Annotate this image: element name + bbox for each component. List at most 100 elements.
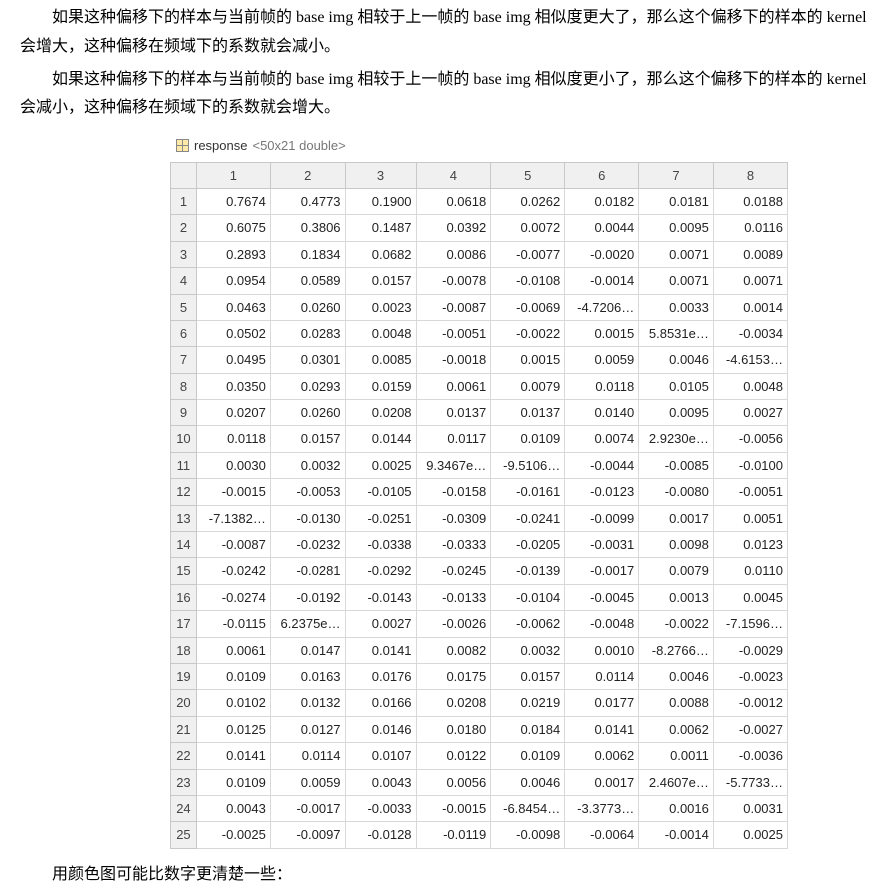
cell[interactable]: -7.1382… [196, 505, 270, 531]
cell[interactable]: 0.0061 [196, 637, 270, 663]
cell[interactable]: 0.0175 [416, 664, 491, 690]
cell[interactable]: 0.0141 [196, 743, 270, 769]
cell[interactable]: 0.0137 [491, 400, 565, 426]
cell[interactable]: 0.0495 [196, 347, 270, 373]
cell[interactable]: 0.0141 [565, 716, 639, 742]
cell[interactable]: -0.0104 [491, 584, 565, 610]
cell[interactable]: 0.1900 [345, 188, 416, 214]
cell[interactable]: -0.0036 [713, 743, 787, 769]
cell[interactable]: 0.0116 [713, 215, 787, 241]
cell[interactable]: -0.0251 [345, 505, 416, 531]
cell[interactable]: -0.0069 [491, 294, 565, 320]
cell[interactable]: 0.0123 [713, 532, 787, 558]
cell[interactable]: -0.0014 [565, 268, 639, 294]
cell[interactable]: 0.0146 [345, 716, 416, 742]
cell[interactable]: -0.0012 [713, 690, 787, 716]
cell[interactable]: 0.0032 [491, 637, 565, 663]
cell[interactable]: -0.0022 [639, 611, 714, 637]
cell[interactable]: -0.0017 [565, 558, 639, 584]
cell[interactable]: 0.0502 [196, 320, 270, 346]
cell[interactable]: 0.0184 [491, 716, 565, 742]
cell[interactable]: 0.0125 [196, 716, 270, 742]
cell[interactable]: -0.0192 [270, 584, 345, 610]
cell[interactable]: 0.0132 [270, 690, 345, 716]
cell[interactable]: 0.0010 [565, 637, 639, 663]
cell[interactable]: 0.0463 [196, 294, 270, 320]
cell[interactable]: -0.0205 [491, 532, 565, 558]
cell[interactable]: 2.9230e… [639, 426, 714, 452]
cell[interactable]: 0.0033 [639, 294, 714, 320]
cell[interactable]: 0.0046 [639, 347, 714, 373]
cell[interactable]: -0.0020 [565, 241, 639, 267]
cell[interactable]: 0.0109 [196, 664, 270, 690]
cell[interactable]: 0.0089 [713, 241, 787, 267]
cell[interactable]: 0.0015 [565, 320, 639, 346]
cell[interactable]: -0.0128 [345, 822, 416, 848]
cell[interactable]: -0.0119 [416, 822, 491, 848]
cell[interactable]: 0.0030 [196, 452, 270, 478]
cell[interactable]: -0.0034 [713, 320, 787, 346]
cell[interactable]: 0.0071 5 [713, 268, 787, 294]
cell[interactable]: -0.0232 [270, 532, 345, 558]
cell[interactable]: -6.8454… [491, 795, 565, 821]
cell[interactable]: 0.0095 [639, 400, 714, 426]
cell[interactable]: -0.0027 [713, 716, 787, 742]
cell[interactable]: 0.0176 [345, 664, 416, 690]
cell[interactable]: 5.8531e… [639, 320, 714, 346]
cell[interactable]: 0.1834 [270, 241, 345, 267]
cell[interactable]: -0.0044 [565, 452, 639, 478]
cell[interactable]: -0.0087 [416, 294, 491, 320]
cell[interactable]: 0.0618 [416, 188, 491, 214]
cell[interactable]: 9.3467e… [416, 452, 491, 478]
cell[interactable]: 0.0072 [491, 215, 565, 241]
cell[interactable]: 0.0207 [196, 400, 270, 426]
cell[interactable]: 0.0182 [565, 188, 639, 214]
cell[interactable]: 0.7674 [196, 188, 270, 214]
cell[interactable]: -0.0015 [196, 479, 270, 505]
cell[interactable]: -0.0077 [491, 241, 565, 267]
cell[interactable]: -7.1596… [713, 611, 787, 637]
cell[interactable]: 0.3806 [270, 215, 345, 241]
cell[interactable]: 0.0163 [270, 664, 345, 690]
cell[interactable]: 0.0118 [196, 426, 270, 452]
cell[interactable]: 0.0188 [713, 188, 787, 214]
cell[interactable]: 0.0105 [639, 373, 714, 399]
cell[interactable]: -0.0133 [416, 584, 491, 610]
cell[interactable]: 0.0059 [565, 347, 639, 373]
cell[interactable]: -0.0242 [196, 558, 270, 584]
cell[interactable]: 0.0141 [345, 637, 416, 663]
cell[interactable]: -0.0026 [416, 611, 491, 637]
cell[interactable]: -0.0025 [196, 822, 270, 848]
cell[interactable]: -0.0338 [345, 532, 416, 558]
cell[interactable]: 0.0180 [416, 716, 491, 742]
cell[interactable]: -0.0048 [565, 611, 639, 637]
cell[interactable]: 0.0025 [713, 822, 787, 848]
cell[interactable]: -0.0085 [639, 452, 714, 478]
cell[interactable]: 0.0157 [345, 268, 416, 294]
cell[interactable]: 0.0048 [713, 373, 787, 399]
cell[interactable]: 6.2375e… [270, 611, 345, 637]
cell[interactable]: 0.0140 [565, 400, 639, 426]
cell[interactable]: 0.0157 [270, 426, 345, 452]
cell[interactable]: 0.0079 [639, 558, 714, 584]
cell[interactable]: -0.0245 [416, 558, 491, 584]
cell[interactable]: 0.0102 [196, 690, 270, 716]
cell[interactable]: 0.0027 [345, 611, 416, 637]
cell[interactable]: 0.0046 [639, 664, 714, 690]
cell[interactable]: 0.0589 [270, 268, 345, 294]
cell[interactable]: -0.0098 [491, 822, 565, 848]
cell[interactable]: -0.0281 [270, 558, 345, 584]
cell[interactable]: -0.0158 [416, 479, 491, 505]
cell[interactable]: 0.0107 [345, 743, 416, 769]
cell[interactable]: 0.0017 [639, 505, 714, 531]
cell[interactable]: 0.0061 [416, 373, 491, 399]
cell[interactable]: -3.3773… [565, 795, 639, 821]
cell[interactable]: -0.0014 [639, 822, 714, 848]
cell[interactable]: 0.6075 [196, 215, 270, 241]
cell[interactable]: 0.0301 [270, 347, 345, 373]
cell[interactable]: 0.2893 [196, 241, 270, 267]
cell[interactable]: -0.0053 [270, 479, 345, 505]
cell[interactable]: 0.0181 [639, 188, 714, 214]
cell[interactable]: 0.0208 [416, 690, 491, 716]
cell[interactable]: 0.0114 [565, 664, 639, 690]
